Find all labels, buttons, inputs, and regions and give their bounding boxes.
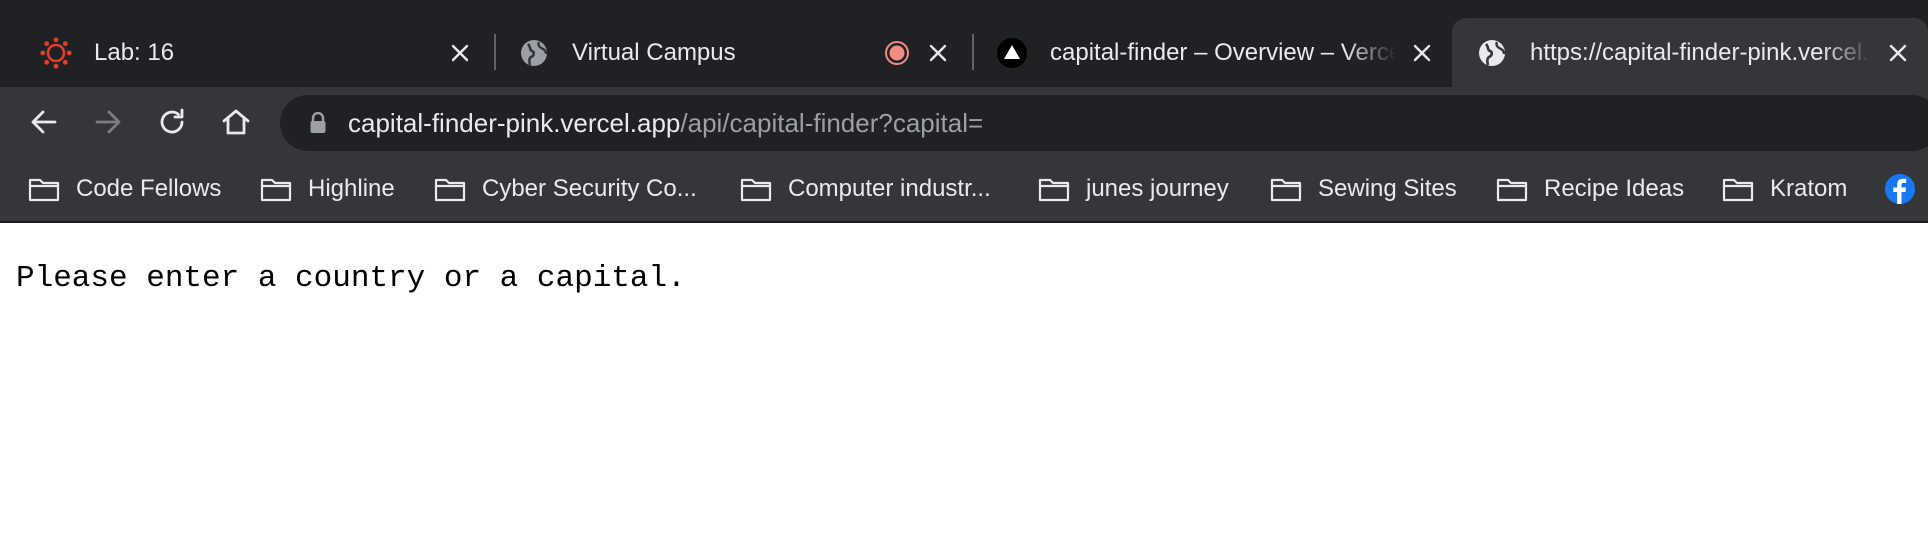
- bookmark-label: Sewing Sites: [1318, 175, 1457, 202]
- folder-icon: [1722, 175, 1754, 203]
- tab-lab-16[interactable]: Lab: 16: [16, 18, 490, 87]
- arrow-right-icon: [95, 110, 121, 134]
- page-content: Please enter a country or a capital.: [0, 223, 1928, 556]
- close-tab-icon[interactable]: [1408, 39, 1436, 67]
- reload-button[interactable]: [150, 100, 194, 144]
- vercel-logo-icon: [996, 37, 1028, 69]
- close-tab-icon[interactable]: [446, 39, 474, 67]
- tab-virtual-campus[interactable]: Virtual Campus: [494, 18, 968, 87]
- bookmark-folder-kratom[interactable]: Kratom: [1722, 171, 1847, 207]
- tab-title: Virtual Campus: [572, 38, 736, 66]
- bookmark-folder-junes-journey[interactable]: junes journey: [1038, 171, 1229, 207]
- home-icon: [222, 109, 250, 135]
- folder-icon: [28, 175, 60, 203]
- tab-title: capital-finder – Overview – Vercel: [1050, 38, 1396, 66]
- bookmark-folder-cyber-security[interactable]: Cyber Security Co...: [434, 171, 697, 207]
- folder-icon: [740, 175, 772, 203]
- url-host: capital-finder-pink.vercel.app: [348, 107, 681, 138]
- tab-strip: Lab: 16 Virtual Campus capital-finder – …: [0, 0, 1928, 87]
- globe-icon: [518, 37, 550, 69]
- bookmark-label: junes journey: [1086, 175, 1229, 202]
- bookmark-label: Computer industr...: [788, 175, 991, 202]
- facebook-icon: [1885, 174, 1915, 204]
- forward-button[interactable]: [86, 100, 130, 144]
- bookmarks-bar: Code Fellows Highline Cyber Security Co.…: [0, 157, 1928, 223]
- reload-icon: [160, 108, 184, 134]
- folder-icon: [434, 175, 466, 203]
- api-response-message: Please enter a country or a capital.: [16, 261, 686, 296]
- bookmark-label: Code Fellows: [76, 175, 222, 202]
- url-path: /api/capital-finder?capital=: [680, 107, 984, 138]
- tab-title: Lab: 16: [94, 38, 175, 66]
- url-text: capital-finder-pink.vercel.app/api/capit…: [348, 108, 983, 139]
- folder-icon: [260, 175, 292, 203]
- arrow-left-icon: [31, 110, 57, 134]
- bookmark-label: Recipe Ideas: [1544, 175, 1685, 202]
- tab-vercel-overview[interactable]: capital-finder – Overview – Vercel: [972, 18, 1452, 87]
- lock-icon[interactable]: [306, 111, 330, 135]
- bookmark-label: Kratom: [1770, 175, 1848, 202]
- bookmark-folder-recipe-ideas[interactable]: Recipe Ideas: [1496, 171, 1684, 207]
- folder-icon: [1496, 175, 1528, 203]
- bookmark-folder-highline[interactable]: Highline: [260, 171, 395, 207]
- folder-icon: [1038, 175, 1070, 203]
- bookmark-facebook[interactable]: [1884, 171, 1916, 207]
- address-bar[interactable]: capital-finder-pink.vercel.app/api/capit…: [280, 95, 1928, 151]
- bookmark-label: Cyber Security Co...: [482, 175, 697, 202]
- bookmark-label: Highline: [308, 175, 395, 202]
- tab-title: https://capital-finder-pink.vercel.app/a…: [1530, 38, 1872, 66]
- tab-capital-finder-api[interactable]: https://capital-finder-pink.vercel.app/a…: [1452, 18, 1928, 87]
- folder-icon: [1270, 175, 1302, 203]
- bookmark-folder-computer-industry[interactable]: Computer industr...: [740, 171, 991, 207]
- recording-indicator-icon: [884, 40, 910, 66]
- bookmark-folder-sewing-sites[interactable]: Sewing Sites: [1270, 171, 1457, 207]
- canvas-logo-icon: [40, 36, 72, 69]
- home-button[interactable]: [214, 100, 258, 144]
- close-tab-icon[interactable]: [924, 39, 952, 67]
- browser-toolbar: capital-finder-pink.vercel.app/api/capit…: [0, 87, 1928, 157]
- close-tab-icon[interactable]: [1884, 39, 1912, 67]
- bookmark-folder-code-fellows[interactable]: Code Fellows: [28, 171, 221, 207]
- globe-icon: [1476, 37, 1508, 69]
- back-button[interactable]: [22, 100, 66, 144]
